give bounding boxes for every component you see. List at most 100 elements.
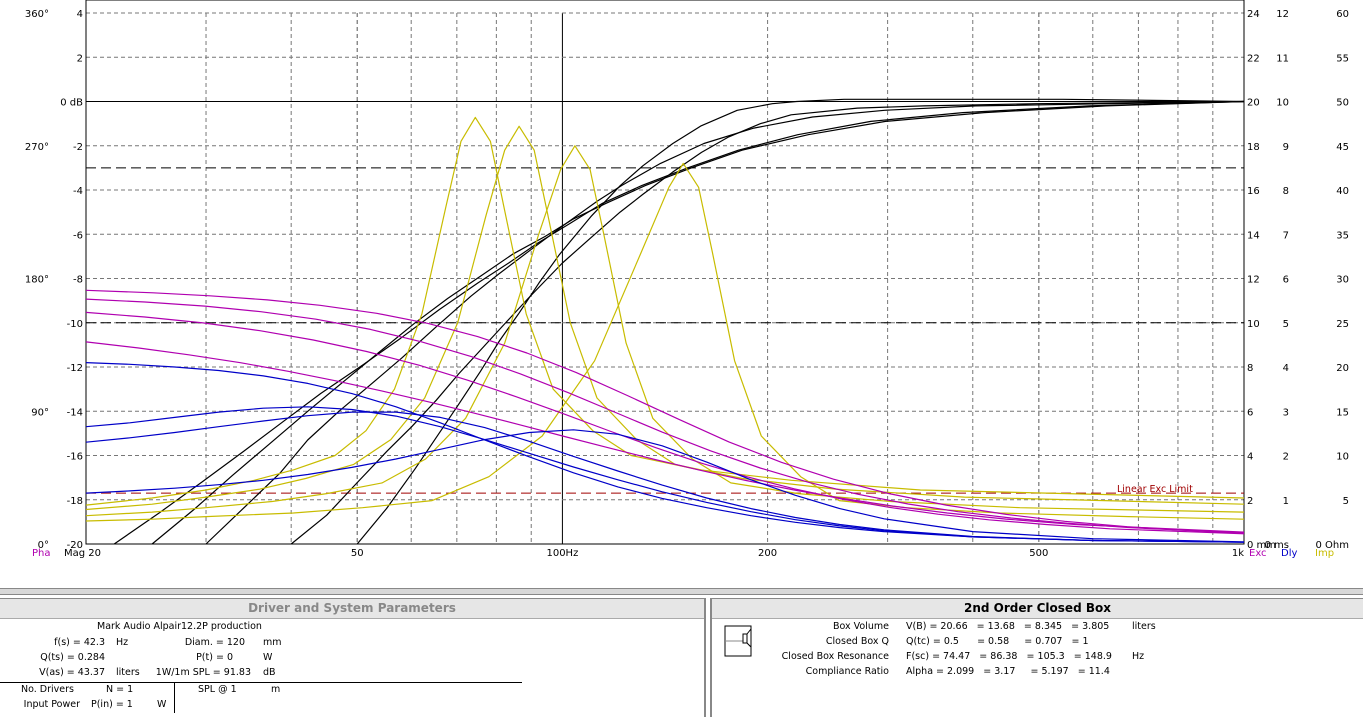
exc-tick-label: 24 <box>1247 9 1260 20</box>
spl-at-value[interactable]: SPL @ 1 <box>198 684 237 695</box>
mag-tick-label: -14 <box>67 407 83 418</box>
imp-tick-label: 55 <box>1336 53 1349 64</box>
mag-tick-label: -6 <box>73 230 83 241</box>
dly-axis-tag: Dly <box>1281 548 1297 559</box>
phase-curve-11 <box>85 311 1245 535</box>
exc-tick-label: 12 <box>1247 275 1260 286</box>
dly-tick-label: 10 <box>1276 98 1289 109</box>
imp-tick-label: 30 <box>1336 275 1349 286</box>
closed-box-panel: 2nd Order Closed Box Box Volume V(B) = 20… <box>710 598 1363 717</box>
box-row-values[interactable]: F(sc) = 74.47 = 86.38 = 105.3 = 148.9 <box>906 651 1112 662</box>
dly-tick-label: 12 <box>1276 9 1289 20</box>
exc-tick-label: 16 <box>1247 186 1260 197</box>
dly-tick-label: 3 <box>1283 407 1289 418</box>
mag-tick-label: -12 <box>67 363 83 374</box>
no-drivers-label: No. Drivers <box>21 684 74 695</box>
imp-tick-label: 50 <box>1336 98 1349 109</box>
phase-tick-label: 180° <box>25 275 49 286</box>
imp-tick-label: 35 <box>1336 230 1349 241</box>
box-row-unit: Hz <box>1132 651 1145 662</box>
exc-tick-label: 20 <box>1247 98 1260 109</box>
spl-at-unit: m <box>271 684 281 695</box>
x-tick-label: 1k <box>1232 548 1244 559</box>
phase-tick-label: 360° <box>25 9 49 20</box>
box-row-values[interactable]: V(B) = 20.66 = 13.68 = 8.345 = 3.805 <box>906 621 1109 632</box>
box-row-label: Closed Box Resonance <box>781 651 889 662</box>
exc-tick-label: 18 <box>1247 142 1260 153</box>
dly-tick-label: 11 <box>1276 53 1289 64</box>
imp-tick-label: 25 <box>1336 319 1349 330</box>
exc-tick-label: 22 <box>1247 53 1260 64</box>
driver-name: Mark Audio Alpair12.2P production <box>97 621 262 632</box>
box-row-label: Box Volume <box>832 621 889 632</box>
mag-tick-label: 0 dB <box>60 98 83 109</box>
spl-value: 1W/1m SPL = 91.83 <box>155 667 251 678</box>
fs-value: f(s) = 42.3 <box>54 637 105 648</box>
phase-curve-12 <box>85 341 1245 533</box>
impedance-curve-8 <box>85 162 1245 522</box>
mag-tick-label: 2 <box>77 53 83 64</box>
exc-tick-label: 8 <box>1247 363 1253 374</box>
phase-curve-10 <box>85 298 1245 534</box>
driver-parameters-panel: Driver and System Parameters Mark Audio … <box>0 598 706 717</box>
dly-tick-label: 9 <box>1283 142 1289 153</box>
dly-tick-label: 1 <box>1283 496 1289 507</box>
mag-tick-label: -16 <box>67 452 83 463</box>
imp-axis-tag: Imp <box>1315 548 1334 559</box>
exc-tick-label: 14 <box>1247 230 1260 241</box>
mag-tick-label: -10 <box>67 319 83 330</box>
driver-panel-separator <box>0 682 522 683</box>
x-tick-label: 100Hz <box>546 548 578 559</box>
box-row-values[interactable]: Alpha = 2.099 = 3.17 = 5.197 = 11.4 <box>906 666 1110 677</box>
pt-unit: W <box>263 652 273 663</box>
pt-value: P(t) = 0 <box>196 652 233 663</box>
no-drivers-value[interactable]: N = 1 <box>106 684 133 695</box>
phase-axis-tag: Pha <box>32 548 51 559</box>
input-power-value[interactable]: P(in) = 1 <box>91 699 133 710</box>
vas-unit: liters <box>116 667 140 678</box>
box-row-unit: liters <box>1132 621 1156 632</box>
diam-value: Diam. = 120 <box>184 637 245 648</box>
exc-tick-label: 6 <box>1247 407 1253 418</box>
x-tick-label: 500 <box>1029 548 1048 559</box>
linear-exc-limit-label: Linear Exc Limit <box>1117 484 1193 495</box>
fs-unit: Hz <box>116 637 129 648</box>
exc-tick-label: 2 <box>1247 496 1253 507</box>
dly-tick-label: 6 <box>1283 275 1289 286</box>
qts-value: Q(ts) = 0.284 <box>40 652 105 663</box>
imp-tick-label: 15 <box>1336 407 1349 418</box>
imp-tick-label: 45 <box>1336 142 1349 153</box>
mag-tick-label: -2 <box>73 142 83 153</box>
box-row-label: Closed Box Q <box>825 636 889 647</box>
box-row-label: Compliance Ratio <box>805 666 889 677</box>
mag-tick-label: -18 <box>67 496 83 507</box>
vas-value: V(as) = 43.37 <box>39 667 105 678</box>
response-graph: 420 dB-2-4-6-8-10-12-14-16-18-20360°270°… <box>25 0 1349 559</box>
splitter-bar[interactable] <box>0 588 1363 595</box>
x-tick-label: 50 <box>351 548 364 559</box>
dly-tick-label: 8 <box>1283 186 1289 197</box>
dly-tick-label: 5 <box>1283 319 1289 330</box>
mag-tick-label: -4 <box>73 186 83 197</box>
reference-lines <box>86 101 1244 494</box>
x-tick-label: 200 <box>758 548 777 559</box>
spl-unit: dB <box>263 667 276 678</box>
imp-tick-label: 60 <box>1336 9 1349 20</box>
phase-tick-label: 90° <box>31 407 49 418</box>
imp-tick-label: 5 <box>1343 496 1349 507</box>
driver-panel-title: Driver and System Parameters <box>0 599 704 619</box>
box-row-values[interactable]: Q(tc) = 0.5 = 0.58 = 0.707 = 1 <box>906 636 1089 647</box>
input-power-unit: W <box>157 699 167 710</box>
dly-tick-label: 4 <box>1283 363 1289 374</box>
imp-tick-label: 20 <box>1336 363 1349 374</box>
curves <box>85 98 1245 545</box>
diam-unit: mm <box>263 637 282 648</box>
dly-tick-label: 2 <box>1283 452 1289 463</box>
dly-tick-label: 7 <box>1283 230 1289 241</box>
mag-tick-label: 4 <box>77 9 83 20</box>
phase-curve-9 <box>85 289 1245 534</box>
driver-panel-vsep <box>174 683 175 713</box>
x-tick-label: Mag 20 <box>64 548 101 559</box>
phase-tick-label: 270° <box>25 142 49 153</box>
exc-tick-label: 10 <box>1247 319 1260 330</box>
